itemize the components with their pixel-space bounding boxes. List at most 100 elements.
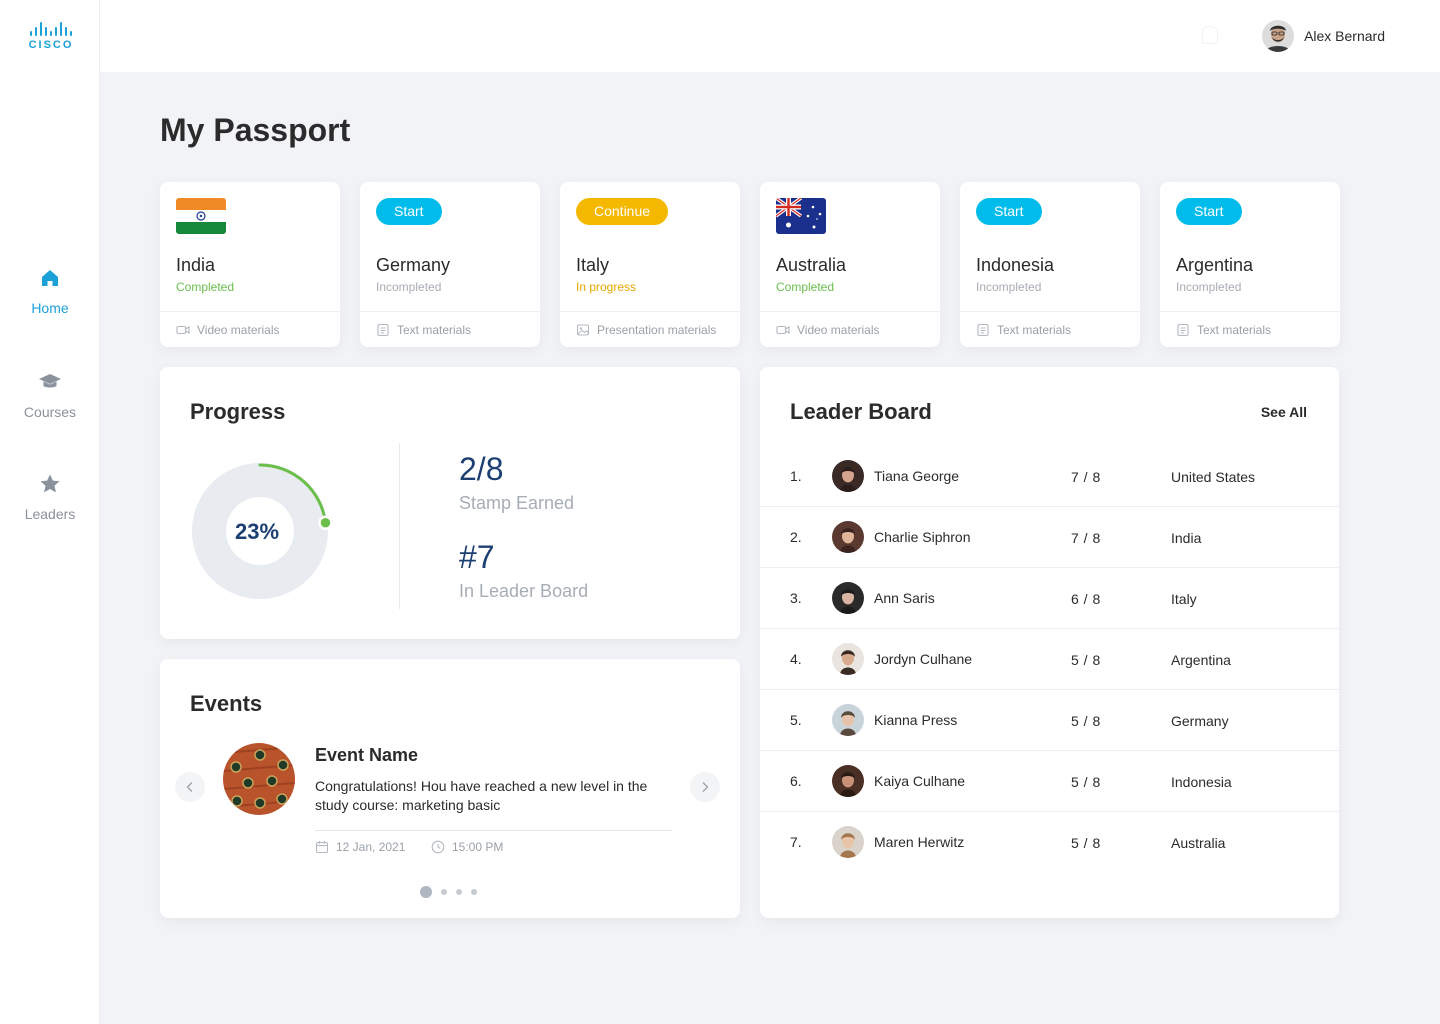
avatar [832, 826, 864, 858]
country-card-argentina[interactable]: Start Argentina Incompleted Text materia… [1160, 182, 1340, 347]
avatar [832, 704, 864, 736]
prev-event-button[interactable] [175, 772, 205, 802]
material-label: Text materials [1197, 322, 1272, 337]
notification-icon[interactable] [1202, 26, 1218, 44]
leaderboard-row[interactable]: 1. Tiana George 7 / 8 United States [760, 446, 1339, 507]
player-score: 5 / 8 [1071, 774, 1101, 790]
event-time-text: 15:00 PM [452, 840, 504, 854]
rank: 3. [790, 590, 802, 606]
country-status: Incompleted [1176, 280, 1242, 294]
chevron-right-icon [702, 782, 709, 792]
home-icon [42, 270, 58, 286]
leaderboard-row[interactable]: 5. Kianna Press 5 / 8 Germany [760, 690, 1339, 751]
events-title: Events [190, 691, 263, 716]
pagination-dot[interactable] [456, 889, 462, 895]
player-name: Ann Saris [874, 590, 935, 606]
country-name: Indonesia [976, 255, 1055, 275]
material-link[interactable]: Video materials [160, 311, 340, 347]
rank: 4. [790, 651, 802, 667]
country-card-india[interactable]: India Completed Video materials [160, 182, 340, 347]
star-icon [40, 474, 60, 493]
continue-button[interactable]: Continue [576, 198, 669, 225]
cisco-logo[interactable]: CISCO [20, 20, 82, 54]
nav-item-leaders[interactable]: Leaders [0, 472, 100, 522]
logo-bars-icon [20, 20, 82, 36]
country-card-germany[interactable]: Start Germany Incompleted Text materials [360, 182, 540, 347]
document-icon [977, 323, 989, 336]
progress-donut: 23% [192, 463, 333, 599]
leaderboard-rank-value: #7 [459, 539, 495, 575]
player-country: Germany [1171, 713, 1229, 729]
see-all-link[interactable]: See All [1261, 404, 1307, 420]
player-score: 5 / 8 [1071, 713, 1101, 729]
country-status: Completed [176, 280, 235, 294]
nav-item-courses[interactable]: Courses [0, 370, 100, 420]
next-event-button[interactable] [690, 772, 720, 802]
material-label: Text materials [397, 322, 472, 337]
material-link[interactable]: Video materials [760, 311, 940, 347]
leaderboard-rank-label: In Leader Board [459, 581, 589, 601]
country-name: Germany [376, 255, 451, 275]
material-link[interactable]: Presentation materials [560, 311, 740, 347]
event-date: 12 Jan, 2021 [315, 840, 405, 854]
material-label: Text materials [997, 322, 1072, 337]
stamps-earned-value: 2/8 [459, 451, 504, 487]
leaderboard-card: Leader Board See All 1. Tiana George 7 / 8… [760, 367, 1339, 918]
material-link[interactable]: Text materials [960, 311, 1140, 347]
progress-card: Progress 23% 2/8 Stamp Earned #7 In Lead… [160, 367, 740, 639]
country-card-australia[interactable]: Australia Completed Video materials [760, 182, 940, 347]
country-status: Completed [776, 280, 835, 294]
country-name: Italy [576, 255, 610, 275]
player-country: Italy [1171, 591, 1197, 607]
leaderboard-row[interactable]: 3. Ann Saris 6 / 8 Italy [760, 568, 1339, 629]
player-score: 5 / 8 [1071, 652, 1101, 668]
nav-item-label: Leaders [24, 506, 76, 522]
country-card-indonesia[interactable]: Start Indonesia Incompleted Text materia… [960, 182, 1140, 347]
progress-knob [318, 515, 333, 530]
country-name: Australia [776, 255, 847, 275]
clock-icon [431, 840, 445, 854]
leaderboard-row[interactable]: 6. Kaiya Culhane 5 / 8 Indonesia [760, 751, 1339, 812]
progress-title: Progress [190, 399, 286, 424]
player-name: Kianna Press [874, 712, 958, 728]
australia-flag-icon [776, 198, 826, 234]
leaderboard-row[interactable]: 4. Jordyn Culhane 5 / 8 Argentina [760, 629, 1339, 690]
graduation-cap-icon [39, 374, 61, 388]
nav-item-home[interactable]: Home [0, 266, 100, 316]
calendar-icon [315, 841, 329, 854]
player-name: Maren Herwitz [874, 834, 965, 850]
country-name: India [176, 255, 216, 275]
country-status: Incompleted [376, 280, 442, 294]
player-name: Tiana George [874, 468, 960, 484]
player-score: 7 / 8 [1071, 469, 1101, 485]
video-icon [176, 325, 190, 334]
user-menu[interactable]: Alex Bernard [1262, 20, 1385, 52]
divider [399, 443, 400, 609]
pagination-dot[interactable] [420, 886, 432, 898]
avatar [832, 521, 864, 553]
events-card: Events Event Name Congratulations! Hou h… [160, 659, 740, 918]
logo-text: CISCO [28, 39, 74, 51]
page-title: My Passport [160, 112, 351, 148]
material-link[interactable]: Text materials [1160, 311, 1340, 347]
start-button[interactable]: Start [1176, 198, 1242, 225]
pagination-dot[interactable] [441, 889, 447, 895]
nav-item-label: Courses [23, 404, 77, 420]
material-link[interactable]: Text materials [360, 311, 540, 347]
avatar [832, 582, 864, 614]
document-icon [1177, 323, 1189, 336]
user-name: Alex Bernard [1304, 28, 1385, 44]
document-icon [377, 323, 389, 336]
country-name: Argentina [1176, 255, 1254, 275]
leaderboard-row[interactable]: 7. Maren Herwitz 5 / 8 Australia [760, 812, 1339, 873]
country-card-italy[interactable]: Continue Italy In progress Presentation … [560, 182, 740, 347]
image-icon [576, 323, 590, 336]
player-name: Jordyn Culhane [874, 651, 973, 667]
material-label: Video materials [797, 322, 880, 337]
sidebar: CISCO Home Courses Leaders [0, 0, 100, 1024]
start-button[interactable]: Start [376, 198, 442, 225]
pagination-dot[interactable] [471, 889, 477, 895]
start-button[interactable]: Start [976, 198, 1042, 225]
top-bar: Alex Bernard [100, 0, 1440, 72]
leaderboard-row[interactable]: 2. Charlie Siphron 7 / 8 India [760, 507, 1339, 568]
